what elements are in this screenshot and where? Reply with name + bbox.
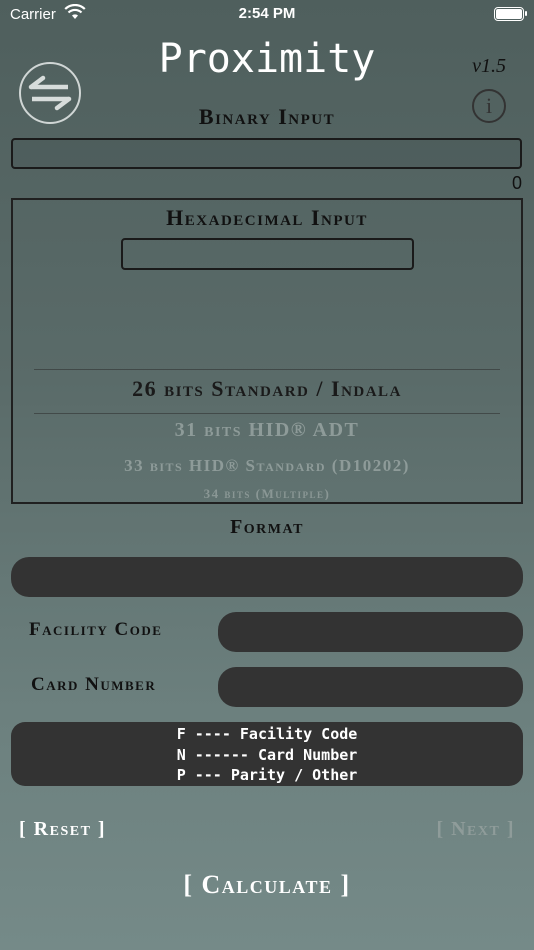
binary-input-field[interactable] bbox=[11, 138, 522, 169]
legend-line: N ------ Card Number bbox=[176, 745, 358, 764]
card-number-field[interactable] bbox=[218, 667, 523, 707]
status-bar: Carrier 2:54 PM bbox=[0, 0, 534, 28]
calculate-button[interactable]: [ Calculate ] bbox=[0, 870, 534, 900]
status-time: 2:54 PM bbox=[238, 5, 296, 22]
picker-bottom-divider bbox=[34, 413, 500, 414]
battery-icon bbox=[494, 7, 527, 21]
binary-bit-count: 0 bbox=[511, 173, 522, 193]
picker-item[interactable]: 33 bits HID® Standard (D10202) bbox=[0, 456, 534, 476]
facility-code-field[interactable] bbox=[218, 612, 523, 652]
format-title: Format bbox=[230, 516, 304, 538]
card-number-label: Card Number bbox=[31, 674, 157, 695]
hex-input-title: Hexadecimal Input bbox=[166, 205, 368, 230]
picker-top-divider bbox=[34, 369, 500, 370]
format-field[interactable] bbox=[11, 557, 523, 597]
app-title: Proximity bbox=[158, 36, 376, 82]
version-label: v1.5 bbox=[472, 55, 506, 77]
legend-line: F ---- Facility Code bbox=[176, 725, 358, 743]
picker-item[interactable]: 34 bits (Multiple) bbox=[0, 486, 534, 500]
picker-item[interactable]: 31 bits HID® ADT bbox=[0, 419, 534, 442]
reset-button[interactable]: [ Reset ] bbox=[19, 818, 106, 841]
legend-line: P --- Parity / Other bbox=[176, 766, 358, 784]
binary-input-title: Binary Input bbox=[198, 104, 336, 129]
hex-input-field[interactable] bbox=[121, 238, 414, 270]
format-legend: F ---- Facility Code N ------ Card Number… bbox=[11, 722, 523, 786]
picker-item-selected[interactable]: 26 bits Standard / Indala bbox=[0, 376, 534, 402]
facility-code-label: Facility Code bbox=[29, 619, 163, 640]
next-button[interactable]: [ Next ] bbox=[436, 818, 515, 841]
